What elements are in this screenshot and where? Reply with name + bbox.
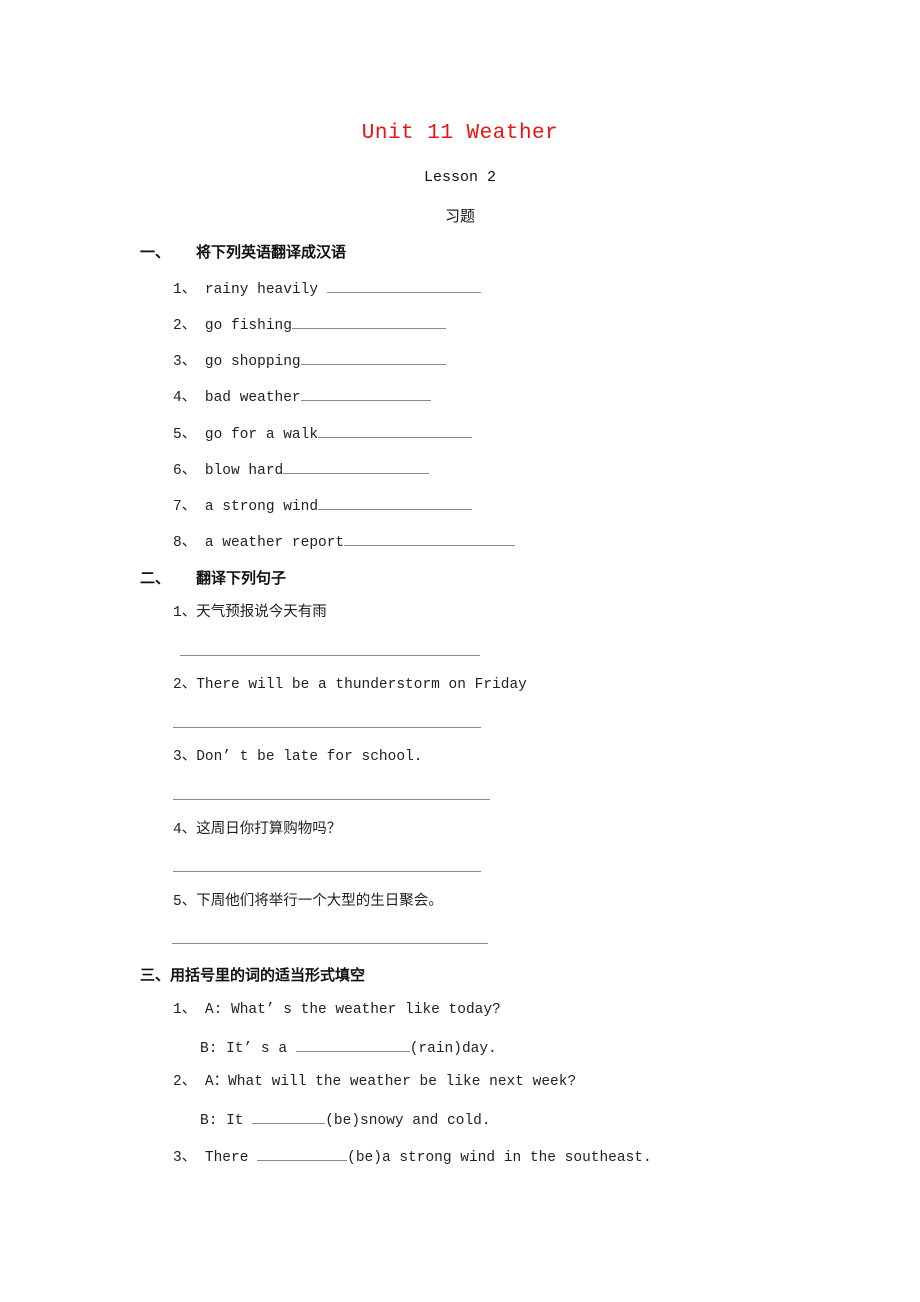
answer-line[interactable] [173, 871, 481, 872]
fill-blank-item: 1、 A: What’ s the weather like today? [173, 1001, 501, 1019]
item-number: 3、 [173, 749, 197, 765]
vocab-item: 4、 bad weather [173, 386, 431, 407]
lesson-label: Lesson 2 [423, 169, 496, 186]
fill-blank-answer: B: It’ s a (rain)day. [200, 1037, 497, 1058]
sentence-item: 4、这周日你打算购物吗？ [173, 820, 341, 839]
item-text: rainy heavily [204, 282, 327, 298]
section-title: 翻译下列句子 [196, 569, 287, 587]
worksheet-page: Unit 11 Weather Lesson 2 习题 一、 将下列英语翻译成汉语… [0, 0, 920, 1302]
sentence-prefix: There [204, 1150, 258, 1166]
item-number: 3、 [173, 1150, 197, 1166]
answer-line[interactable] [180, 655, 480, 656]
answer-blank[interactable] [295, 1037, 410, 1052]
answer-blank[interactable] [300, 350, 446, 365]
answer-line[interactable] [173, 799, 490, 800]
answer-blank[interactable] [291, 314, 446, 329]
item-text: 下周他们将举行一个大型的生日聚会。 [196, 893, 443, 909]
item-text: Don’ t be late for school. [196, 749, 423, 765]
answer-suffix: snowy and cold. [360, 1113, 491, 1129]
vocab-item: 3、 go shopping [173, 350, 446, 371]
word-hint: (be) [347, 1150, 382, 1166]
question-a: A：What will the weather be like next wee… [204, 1074, 577, 1090]
item-text: go shopping [204, 354, 301, 370]
answer-prefix: B: It [200, 1113, 253, 1129]
item-number: 2、 [173, 1074, 197, 1090]
answer-blank[interactable] [257, 1146, 348, 1161]
item-number: 1、 [173, 1002, 197, 1018]
section-number: 二、 [140, 569, 171, 587]
answer-blank[interactable] [283, 459, 430, 474]
item-number: 7、 [173, 499, 197, 515]
item-number: 5、 [173, 427, 197, 443]
sentence-item: 1、天气预报说今天有雨 [173, 603, 327, 622]
item-number: 4、 [173, 390, 197, 406]
vocab-item: 7、 a strong wind [173, 495, 473, 516]
answer-blank[interactable] [344, 531, 516, 546]
vocab-item: 1、 rainy heavily [173, 278, 481, 299]
word-hint: (be) [325, 1113, 361, 1129]
answer-line[interactable] [173, 727, 481, 728]
sentence-suffix: a strong wind in the southeast. [381, 1150, 652, 1166]
vocab-item: 2、 go fishing [173, 314, 446, 335]
item-text: bad weather [204, 390, 301, 406]
section-number: 三、 [140, 966, 171, 984]
answer-line[interactable] [172, 943, 488, 944]
answer-blank[interactable] [252, 1109, 326, 1124]
item-number: 2、 [173, 318, 197, 334]
item-number: 3、 [173, 354, 197, 370]
item-text: 天气预报说今天有雨 [196, 604, 327, 620]
item-text: a strong wind [204, 499, 319, 515]
exercise-label: 习题 [444, 207, 475, 225]
sentence-item: 2、There will be a thunderstorm on Friday [173, 676, 527, 694]
item-number: 1、 [173, 282, 197, 298]
sentence-item: 3、Don’ t be late for school. [173, 748, 422, 766]
item-text: go for a walk [204, 427, 319, 443]
word-hint: (rain) [409, 1041, 462, 1057]
question-a: A: What’ s the weather like today? [204, 1002, 501, 1018]
section-3-heading: 三、用括号里的词的适当形式填空 [140, 964, 365, 985]
vocab-item: 5、 go for a walk [173, 423, 473, 444]
answer-blank[interactable] [318, 423, 473, 438]
section-number: 一、 [140, 243, 171, 261]
answer-prefix: B: It’ s a [200, 1041, 296, 1057]
document-title: Unit 11 Weather [361, 122, 559, 145]
item-number: 8、 [173, 535, 197, 551]
section-2-heading: 二、 翻译下列句子 [140, 567, 286, 588]
item-number: 6、 [173, 463, 197, 479]
answer-blank[interactable] [300, 386, 431, 401]
sentence-item: 5、下周他们将举行一个大型的生日聚会。 [173, 892, 443, 911]
vocab-item: 8、 a weather report [173, 531, 516, 552]
fill-blank-answer: B: It (be)snowy and cold. [200, 1109, 491, 1130]
section-title: 将下列英语翻译成汉语 [196, 243, 347, 261]
item-text: There will be a thunderstorm on Friday [196, 677, 527, 693]
item-text: a weather report [204, 535, 345, 551]
section-title: 用括号里的词的适当形式填空 [170, 966, 366, 984]
item-number: 1、 [173, 605, 197, 621]
answer-blank[interactable] [318, 495, 473, 510]
item-number: 4、 [173, 822, 197, 838]
item-text: go fishing [204, 318, 292, 334]
answer-blank[interactable] [326, 278, 481, 293]
item-number: 2、 [173, 677, 197, 693]
vocab-item: 6、 blow hard [173, 459, 430, 480]
answer-suffix: day. [461, 1041, 497, 1057]
fill-blank-item: 2、 A：What will the weather be like next … [173, 1073, 576, 1091]
item-text: blow hard [204, 463, 284, 479]
section-1-heading: 一、 将下列英语翻译成汉语 [140, 241, 346, 262]
item-text: 这周日你打算购物吗？ [196, 821, 342, 837]
fill-blank-item: 3、 There (be)a strong wind in the southe… [173, 1146, 652, 1167]
item-number: 5、 [173, 894, 197, 910]
